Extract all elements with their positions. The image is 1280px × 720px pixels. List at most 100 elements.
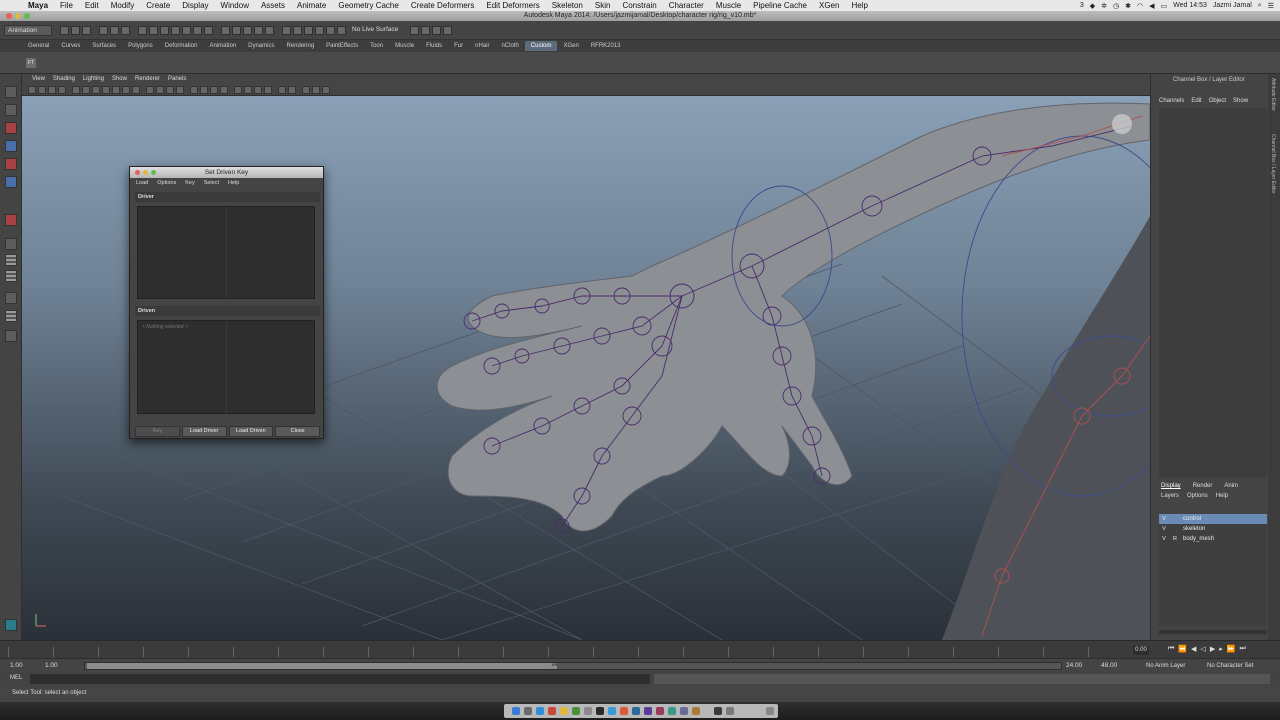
dialog-close-icon[interactable] bbox=[135, 169, 140, 175]
dialog-title-bar[interactable]: Set Driven Key bbox=[130, 167, 323, 178]
menu-constrain[interactable]: Constrain bbox=[616, 1, 662, 10]
snap-plane-icon[interactable] bbox=[254, 25, 263, 35]
open-scene-icon[interactable] bbox=[71, 25, 80, 35]
layer-visibility-toggle[interactable]: V bbox=[1159, 526, 1169, 532]
camera-attributes-icon[interactable] bbox=[28, 86, 36, 94]
isolate-select-icon[interactable] bbox=[234, 86, 242, 94]
driver-list[interactable] bbox=[137, 206, 315, 299]
select-curves-icon[interactable] bbox=[160, 25, 169, 35]
premiere-icon[interactable] bbox=[644, 707, 652, 715]
exposure-icon[interactable] bbox=[288, 86, 296, 94]
hypershade-layout-icon[interactable] bbox=[5, 310, 17, 322]
last-tool-icon[interactable] bbox=[5, 214, 17, 226]
dropbox-icon[interactable]: ◆ bbox=[1090, 2, 1095, 10]
layer-visibility-toggle[interactable]: V bbox=[1159, 536, 1169, 542]
dialog-menu-options[interactable]: Options bbox=[157, 178, 176, 188]
wireframe-icon[interactable] bbox=[146, 86, 154, 94]
default-quality-icon[interactable] bbox=[166, 86, 174, 94]
battery-icon[interactable]: ▭ bbox=[1161, 2, 1168, 10]
menu-set-selector[interactable]: Animation bbox=[4, 24, 52, 36]
tab-display[interactable]: Display bbox=[1161, 483, 1181, 489]
snap-surface-icon[interactable] bbox=[265, 25, 274, 35]
dialog-menu-key[interactable]: Key bbox=[185, 178, 194, 188]
user-name[interactable]: Jazmi Jamal bbox=[1213, 2, 1252, 9]
key-button[interactable]: Key bbox=[135, 426, 180, 437]
new-scene-icon[interactable] bbox=[60, 25, 69, 35]
menu-create-deformers[interactable]: Create Deformers bbox=[405, 1, 481, 10]
dialog-menu-select[interactable]: Select bbox=[204, 178, 219, 188]
terminal-icon[interactable] bbox=[596, 707, 604, 715]
driver-objects-column[interactable] bbox=[138, 207, 227, 298]
panel-menu-shading[interactable]: Shading bbox=[49, 76, 79, 82]
animation-start-field[interactable]: 1.00 bbox=[10, 661, 23, 671]
tab-rfrk2013[interactable]: RFRK2013 bbox=[585, 41, 627, 51]
history-icon[interactable] bbox=[282, 25, 291, 35]
menu-animate[interactable]: Animate bbox=[291, 1, 332, 10]
render-settings-icon[interactable] bbox=[337, 25, 346, 35]
snap-curve-icon[interactable] bbox=[232, 25, 241, 35]
shelf-item-ft[interactable]: FT bbox=[26, 58, 36, 68]
layer-row[interactable]: V skeleton bbox=[1159, 524, 1267, 534]
move-tool-icon[interactable] bbox=[5, 140, 17, 152]
tab-toon[interactable]: Toon bbox=[364, 41, 389, 51]
dialog-minimize-icon[interactable] bbox=[143, 169, 148, 175]
wifi-icon[interactable]: ◠ bbox=[1137, 2, 1143, 10]
live-surface-field[interactable]: No Live Surface bbox=[348, 25, 402, 35]
tab-painteffects[interactable]: PaintEffects bbox=[320, 41, 364, 51]
show-menu[interactable]: Show bbox=[1233, 98, 1248, 104]
tab-ncloth[interactable]: nCloth bbox=[495, 41, 524, 51]
driven-objects-column[interactable]: < Nothing selected > bbox=[138, 321, 227, 413]
step-forward-frame-icon[interactable]: ▸ bbox=[1219, 645, 1223, 653]
tab-render[interactable]: Render bbox=[1193, 483, 1213, 489]
input-field-icon[interactable] bbox=[410, 25, 420, 35]
search-icon[interactable]: ⌕ bbox=[1258, 2, 1262, 10]
menu-create[interactable]: Create bbox=[140, 1, 176, 10]
camera-settings-icon[interactable] bbox=[312, 86, 320, 94]
viewcube-icon[interactable] bbox=[1112, 114, 1132, 134]
layers-menu[interactable]: Layers bbox=[1161, 493, 1179, 499]
layer-row[interactable]: V control bbox=[1159, 514, 1267, 524]
animation-end-field[interactable]: 48.00 bbox=[1101, 661, 1117, 671]
construction-history-icon[interactable] bbox=[293, 25, 302, 35]
menu-file[interactable]: File bbox=[54, 1, 79, 10]
show-channel-box-icon[interactable] bbox=[443, 25, 453, 35]
downloads-icon[interactable] bbox=[714, 707, 722, 715]
safe-action-icon[interactable] bbox=[122, 86, 130, 94]
show-tool-settings-icon[interactable] bbox=[432, 25, 442, 35]
go-to-start-icon[interactable]: ⏮ bbox=[1168, 645, 1174, 653]
layer-visibility-toggle[interactable]: V bbox=[1159, 516, 1169, 522]
menu-muscle[interactable]: Muscle bbox=[710, 1, 747, 10]
snap-grid-icon[interactable] bbox=[221, 25, 230, 35]
scale-tool-icon[interactable] bbox=[5, 176, 17, 188]
tab-fur[interactable]: Fur bbox=[448, 41, 469, 51]
film-gate-icon[interactable] bbox=[82, 86, 90, 94]
edit-menu[interactable]: Edit bbox=[1191, 98, 1201, 104]
layer-name[interactable]: body_mesh bbox=[1181, 536, 1214, 542]
preview-icon[interactable] bbox=[680, 707, 688, 715]
tab-dynamics[interactable]: Dynamics bbox=[242, 41, 280, 51]
layer-name[interactable]: control bbox=[1181, 516, 1201, 522]
grid-toggle-icon[interactable] bbox=[72, 86, 80, 94]
persp-outliner-layout-icon[interactable] bbox=[5, 270, 17, 282]
image-plane-icon[interactable] bbox=[48, 86, 56, 94]
select-joints-icon[interactable] bbox=[149, 25, 158, 35]
itunes-icon[interactable] bbox=[656, 707, 664, 715]
field-chart-icon[interactable] bbox=[112, 86, 120, 94]
tab-fluids[interactable]: Fluids bbox=[420, 41, 448, 51]
menu-skeleton[interactable]: Skeleton bbox=[546, 1, 589, 10]
trash-icon[interactable] bbox=[766, 707, 774, 715]
tab-general[interactable]: General bbox=[22, 41, 55, 51]
calendar-icon[interactable] bbox=[548, 707, 556, 715]
snap-point-icon[interactable] bbox=[243, 25, 252, 35]
step-back-frame-icon[interactable]: ◀ bbox=[1191, 645, 1196, 653]
tab-animation[interactable]: Animation bbox=[203, 41, 242, 51]
playback-end-field[interactable]: 24.00 bbox=[1066, 661, 1082, 671]
persp-graph-layout-icon[interactable] bbox=[5, 292, 17, 304]
xray-components-icon[interactable] bbox=[264, 86, 272, 94]
full-screen-icon[interactable] bbox=[302, 86, 310, 94]
select-deformations-icon[interactable] bbox=[182, 25, 191, 35]
safe-title-icon[interactable] bbox=[132, 86, 140, 94]
time-slider[interactable]: 0.00 ⏮ ⏪ ◀ ◁ ▶ ▸ ⏩ ⏭ bbox=[0, 640, 1280, 658]
list-icon[interactable]: ☰ bbox=[1268, 2, 1274, 10]
menu-help[interactable]: Help bbox=[845, 1, 873, 10]
